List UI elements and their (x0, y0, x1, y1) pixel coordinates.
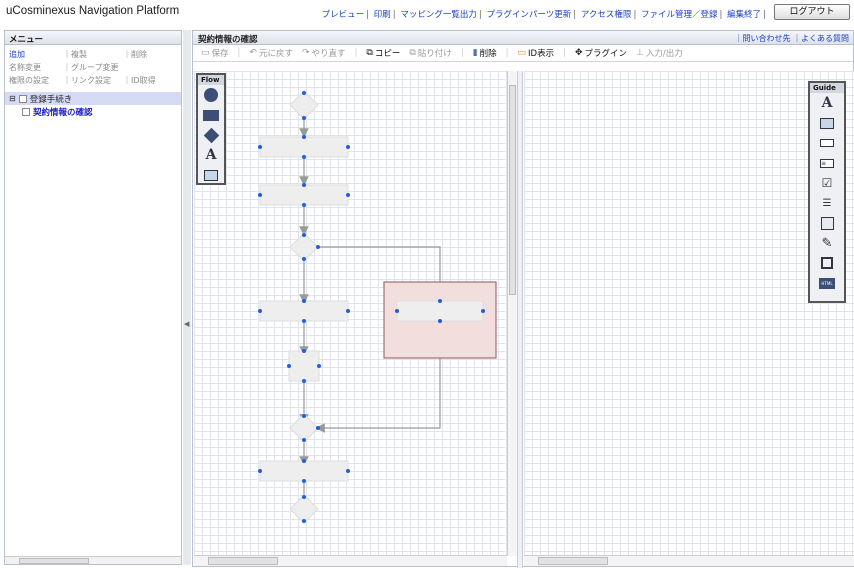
menu-link-settings[interactable]: ｜リンク設定 (63, 74, 123, 87)
text-icon[interactable]: A (198, 145, 224, 165)
flow-process-node[interactable] (288, 350, 320, 382)
menu-duplicate[interactable]: ｜複製 (63, 48, 123, 61)
faq-link[interactable]: よくある質問 (801, 34, 849, 43)
diamond-icon[interactable] (198, 125, 224, 145)
canvas-splitter[interactable] (517, 71, 523, 568)
menu-panel: メニュー 追加 ｜複製 ｜削除 名称変更 ｜グループ変更 権限の設定 ｜リンク設… (4, 30, 182, 565)
header: uCosminexus Navigation Platform プレビュー | 印… (0, 0, 854, 26)
rectangle-icon[interactable] (198, 105, 224, 125)
flow-process-node[interactable] (396, 300, 484, 322)
pen-text-icon[interactable]: ✎ (810, 233, 844, 253)
frame-icon[interactable] (810, 253, 844, 273)
contact-link[interactable]: 問い合わせ先 (742, 34, 790, 43)
guide-palette: Guide A ≡ ☑ ☰ ✎ HTML (808, 81, 846, 303)
undo-icon: ↶ (249, 48, 257, 58)
flow-palette: Flow A (196, 73, 226, 185)
image-icon[interactable] (198, 165, 224, 185)
plugin-icon: ✥ (574, 48, 583, 58)
undo-button[interactable]: ↶ 元に戻す (249, 47, 293, 59)
flow-process-node[interactable] (259, 460, 349, 482)
flow-vscrollbar[interactable] (507, 71, 517, 556)
paste-button[interactable]: ⧉ 貼り付け (409, 47, 451, 59)
access-rights-link[interactable]: アクセス権限 (581, 10, 632, 20)
copy-icon: ⧉ (366, 48, 373, 58)
checkbox-icon[interactable]: ☑ (810, 173, 844, 193)
flow-process-node[interactable] (259, 300, 349, 322)
paste-icon: ⧉ (409, 48, 416, 58)
flow-diagram[interactable] (194, 71, 508, 556)
menu-delete[interactable]: ｜削除 (123, 48, 147, 61)
redo-icon: ↷ (301, 48, 310, 58)
redo-button[interactable]: ↷ やり直す (302, 47, 346, 59)
page-tree: ⊟ 登録手続き 契約情報の確認 (5, 92, 181, 119)
editor-toolbar: ▭ 保存 | ↶ 元に戻す ↷ やり直す | ⧉ コピー ⧉ 貼り付け | ▮ 削除 | ▭ ID表示… (193, 45, 853, 62)
preview-link[interactable]: プレビュー (322, 10, 365, 20)
folder-icon (18, 94, 27, 103)
menu-rename[interactable]: 名称変更 (9, 61, 63, 74)
menu-group-change[interactable]: ｜グループ変更 (63, 61, 123, 74)
logout-button[interactable]: ログアウト (774, 4, 850, 20)
collapse-icon[interactable]: ⊟ (9, 94, 16, 103)
guide-canvas[interactable]: Guide A ≡ ☑ ☰ ✎ HTML (524, 71, 854, 556)
trash-icon: ▮ (472, 48, 478, 58)
flow-merge-node[interactable] (289, 413, 319, 443)
flow-decision-node[interactable] (289, 232, 319, 262)
editor-panel: 契約情報の確認 ｜問い合わせ先 ｜よくある質問 ▭ 保存 | ↶ 元に戻す ↷ やり直す… (192, 30, 854, 568)
flow-process-node[interactable] (259, 136, 349, 158)
save-button[interactable]: ▭ 保存 (201, 47, 229, 59)
listbox-icon[interactable] (810, 213, 844, 233)
flow-end-node[interactable] (289, 494, 319, 524)
text-icon[interactable]: A (810, 93, 844, 113)
id-display-button[interactable]: ▭ ID表示 (518, 47, 555, 59)
plugin-update-link[interactable]: プラグインパーツ更新 (486, 10, 571, 20)
panel-splitter[interactable]: ◀ (183, 30, 191, 565)
end-edit-link[interactable]: 編集終了 (727, 10, 761, 20)
flow-palette-title: Flow (198, 75, 224, 85)
circle-icon[interactable] (198, 85, 224, 105)
app-title: uCosminexus Navigation Platform (6, 5, 180, 17)
top-nav: プレビュー | 印刷 | マッピング一覧出力 | プラグインパーツ更新 | アクセス権限… (321, 10, 766, 20)
flow-hscrollbar[interactable] (194, 555, 507, 566)
menu-get-id[interactable]: ｜ID取得 (123, 74, 156, 87)
menu-panel-title: メニュー (5, 31, 181, 45)
menu-add[interactable]: 追加 (9, 48, 63, 61)
print-link[interactable]: 印刷 (374, 10, 391, 20)
tree-item-child[interactable]: 契約情報の確認 (5, 105, 181, 119)
id-icon: ▭ (517, 48, 527, 58)
editor-title: 契約情報の確認 ｜問い合わせ先 ｜よくある質問 (193, 31, 853, 45)
html-icon[interactable]: HTML (810, 273, 844, 293)
flow-canvas[interactable]: Flow A (194, 71, 517, 556)
flow-start-node[interactable] (289, 90, 319, 120)
list-icon[interactable]: ☰ (810, 193, 844, 213)
collapse-arrow-icon[interactable]: ◀ (184, 320, 189, 328)
page-icon (22, 108, 30, 116)
left-hscrollbar[interactable] (5, 556, 181, 564)
guide-hscrollbar[interactable] (524, 555, 854, 566)
image-icon[interactable] (810, 113, 844, 133)
delete-button[interactable]: ▮ 削除 (473, 47, 497, 59)
io-button[interactable]: ⊥ 入力/出力 (636, 47, 683, 59)
copy-button[interactable]: ⧉ コピー (366, 47, 400, 59)
menu-actions: 追加 ｜複製 ｜削除 名称変更 ｜グループ変更 権限の設定 ｜リンク設定 ｜ID… (5, 45, 181, 90)
save-icon: ▭ (201, 48, 210, 58)
guide-palette-title: Guide (810, 83, 844, 93)
tree-item-parent[interactable]: ⊟ 登録手続き (5, 92, 181, 105)
file-manage-link[interactable]: ファイル管理／登録 (641, 10, 718, 20)
menu-permissions[interactable]: 権限の設定 (9, 74, 63, 87)
plugin-button[interactable]: ✥ プラグイン (575, 47, 627, 59)
textbox-icon[interactable]: ≡ (810, 153, 844, 173)
button-icon[interactable] (810, 133, 844, 153)
io-icon: ⊥ (636, 48, 644, 58)
mapping-export-link[interactable]: マッピング一覧出力 (400, 10, 477, 20)
flow-process-node[interactable] (259, 184, 349, 206)
